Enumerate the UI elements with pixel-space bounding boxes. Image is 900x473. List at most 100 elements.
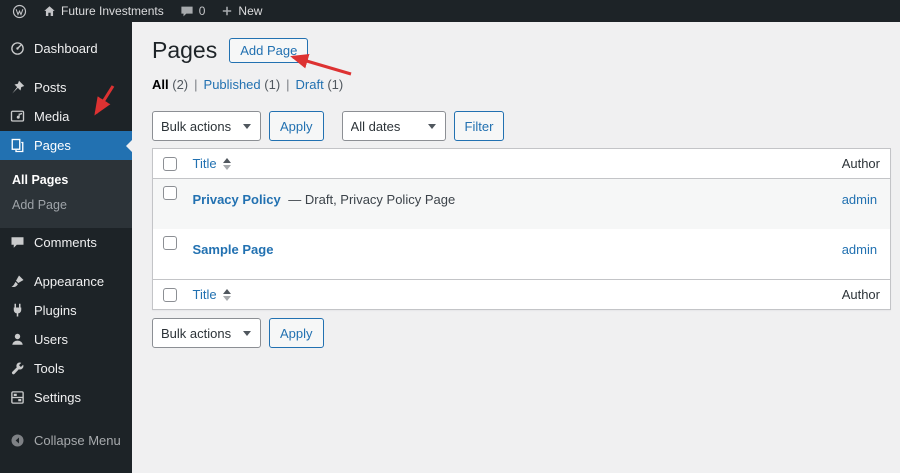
sidebar-item-label: Dashboard [34, 40, 98, 56]
sidebar-item-label: Users [34, 331, 68, 347]
appearance-icon [11, 275, 24, 288]
filter-all-link[interactable]: All (2) [152, 77, 188, 92]
column-title-footer: Title [182, 279, 832, 310]
table-toolbar-top: Bulk actions Apply All dates Filter [152, 111, 891, 142]
comment-bubble-icon [181, 6, 193, 16]
sidebar-item-settings[interactable]: Settings [0, 383, 132, 412]
sidebar-item-label: Media [34, 108, 70, 124]
users-icon [12, 333, 23, 345]
title-sort-link[interactable]: Title [193, 156, 231, 171]
pin-icon [12, 80, 25, 94]
page-title-link[interactable]: Privacy Policy [193, 192, 281, 207]
select-all-checkbox[interactable] [163, 156, 177, 171]
row-title-cell: Privacy Policy — Draft, Privacy Policy P… [183, 179, 832, 230]
table-footer-row: Title Author [152, 279, 891, 310]
visit-site-link[interactable]: Future Investments [35, 0, 172, 22]
submenu-item-add-page[interactable]: Add Page [0, 193, 132, 218]
sort-indicator-icon [222, 288, 231, 301]
admin-bar-new[interactable]: New [213, 0, 270, 22]
filter-published-label: Published [203, 77, 261, 93]
home-icon [44, 5, 55, 16]
sidebar-item-posts[interactable]: Posts [0, 73, 132, 102]
wordpress-icon [12, 4, 27, 18]
column-author-header: Author [831, 148, 891, 180]
dashboard-icon [11, 42, 24, 55]
collapse-menu-button[interactable]: Collapse Menu [0, 426, 132, 455]
settings-icon [11, 391, 24, 404]
filter-button[interactable]: Filter [453, 111, 505, 142]
bulk-actions-select-bottom[interactable]: Bulk actions [152, 318, 261, 349]
select-all-checkbox[interactable] [163, 287, 177, 302]
author-link[interactable]: admin [842, 192, 877, 207]
title-column-label: Title [192, 287, 217, 303]
sidebar-item-plugins[interactable]: Plugins [0, 296, 132, 325]
apply-button-bottom[interactable]: Apply [269, 318, 324, 349]
table-row: Privacy Policy — Draft, Privacy Policy P… [152, 178, 891, 230]
filter-draft-label: Draft [295, 77, 324, 93]
apply-button[interactable]: Apply [269, 111, 324, 142]
row-title-cell: Sample Page [183, 229, 832, 280]
bulk-actions-select-wrap: Bulk actions [152, 318, 261, 349]
submenu-item-all-pages[interactable]: All Pages [0, 168, 132, 193]
sidebar-item-label: Settings [34, 389, 81, 405]
content-area: Pages Add Page All (2) | Published (1) |… [132, 22, 900, 473]
author-link[interactable]: admin [842, 242, 877, 257]
status-filter-links: All (2) | Published (1) | Draft (1) [152, 77, 891, 92]
pages-table: Title Author Privacy Policy — Draft, Pri… [152, 148, 891, 311]
plugin-icon [13, 303, 22, 317]
tools-icon [11, 362, 24, 375]
sidebar-item-label: Plugins [34, 302, 77, 318]
sidebar-item-appearance[interactable]: Appearance [0, 267, 132, 296]
sidebar-item-comments[interactable]: Comments [0, 228, 132, 257]
comments-icon [11, 237, 24, 248]
pages-submenu: All Pages Add Page [0, 160, 132, 228]
wordpress-logo[interactable] [4, 0, 35, 22]
sidebar-item-users[interactable]: Users [0, 325, 132, 354]
sidebar-item-media[interactable]: Media [0, 102, 132, 131]
pages-icon [11, 138, 24, 153]
plus-icon [223, 6, 232, 16]
sidebar-item-dashboard[interactable]: Dashboard [0, 34, 132, 63]
filter-separator: | [194, 77, 198, 93]
title-column-label: Title [192, 156, 217, 172]
sidebar-item-label: Tools [34, 360, 65, 376]
table-header-row: Title Author [152, 148, 891, 180]
sidebar-item-label: Appearance [34, 273, 105, 289]
bulk-actions-select-wrap: Bulk actions [152, 111, 261, 142]
column-title-header: Title [182, 148, 832, 180]
table-toolbar-bottom: Bulk actions Apply [152, 318, 891, 349]
filter-draft-count: (1) [327, 77, 344, 93]
admin-bar-comments[interactable]: 0 [172, 0, 214, 22]
collapse-menu-label: Collapse Menu [34, 432, 121, 448]
bulk-actions-select[interactable]: Bulk actions [152, 111, 261, 142]
admin-bar: Future Investments 0 New [0, 0, 900, 22]
site-name: Future Investments [61, 4, 164, 18]
sidebar-item-pages[interactable]: Pages [0, 131, 132, 160]
filter-published-count: (1) [264, 77, 281, 93]
post-state-label: — Draft, Privacy Policy Page [288, 192, 456, 208]
filter-draft-link[interactable]: Draft (1) [296, 77, 344, 92]
filter-separator: | [286, 77, 290, 93]
row-checkbox[interactable] [163, 186, 177, 201]
filter-published-link[interactable]: Published (1) [204, 77, 281, 92]
page-title: Pages [152, 37, 218, 63]
table-row: Sample Page admin [153, 229, 891, 280]
dates-select-wrap: All dates [341, 111, 446, 142]
sort-indicator-icon [222, 157, 231, 170]
collapse-arrow-icon [11, 434, 24, 447]
title-sort-link[interactable]: Title [193, 287, 231, 302]
filter-all-label: All [152, 77, 169, 93]
comments-count: 0 [198, 4, 206, 18]
all-dates-select[interactable]: All dates [341, 111, 446, 142]
page-title-link[interactable]: Sample Page [193, 242, 274, 257]
filter-all-count: (2) [172, 77, 189, 93]
media-icon [10, 110, 25, 122]
sidebar-item-label: Comments [34, 234, 97, 250]
column-author-footer: Author [831, 279, 891, 310]
row-checkbox[interactable] [163, 236, 177, 251]
sidebar-item-label: Pages [34, 137, 71, 153]
sidebar-item-label: Posts [34, 79, 67, 95]
sidebar-item-tools[interactable]: Tools [0, 354, 132, 383]
new-label: New [238, 4, 263, 18]
add-page-button[interactable]: Add Page [229, 38, 309, 64]
